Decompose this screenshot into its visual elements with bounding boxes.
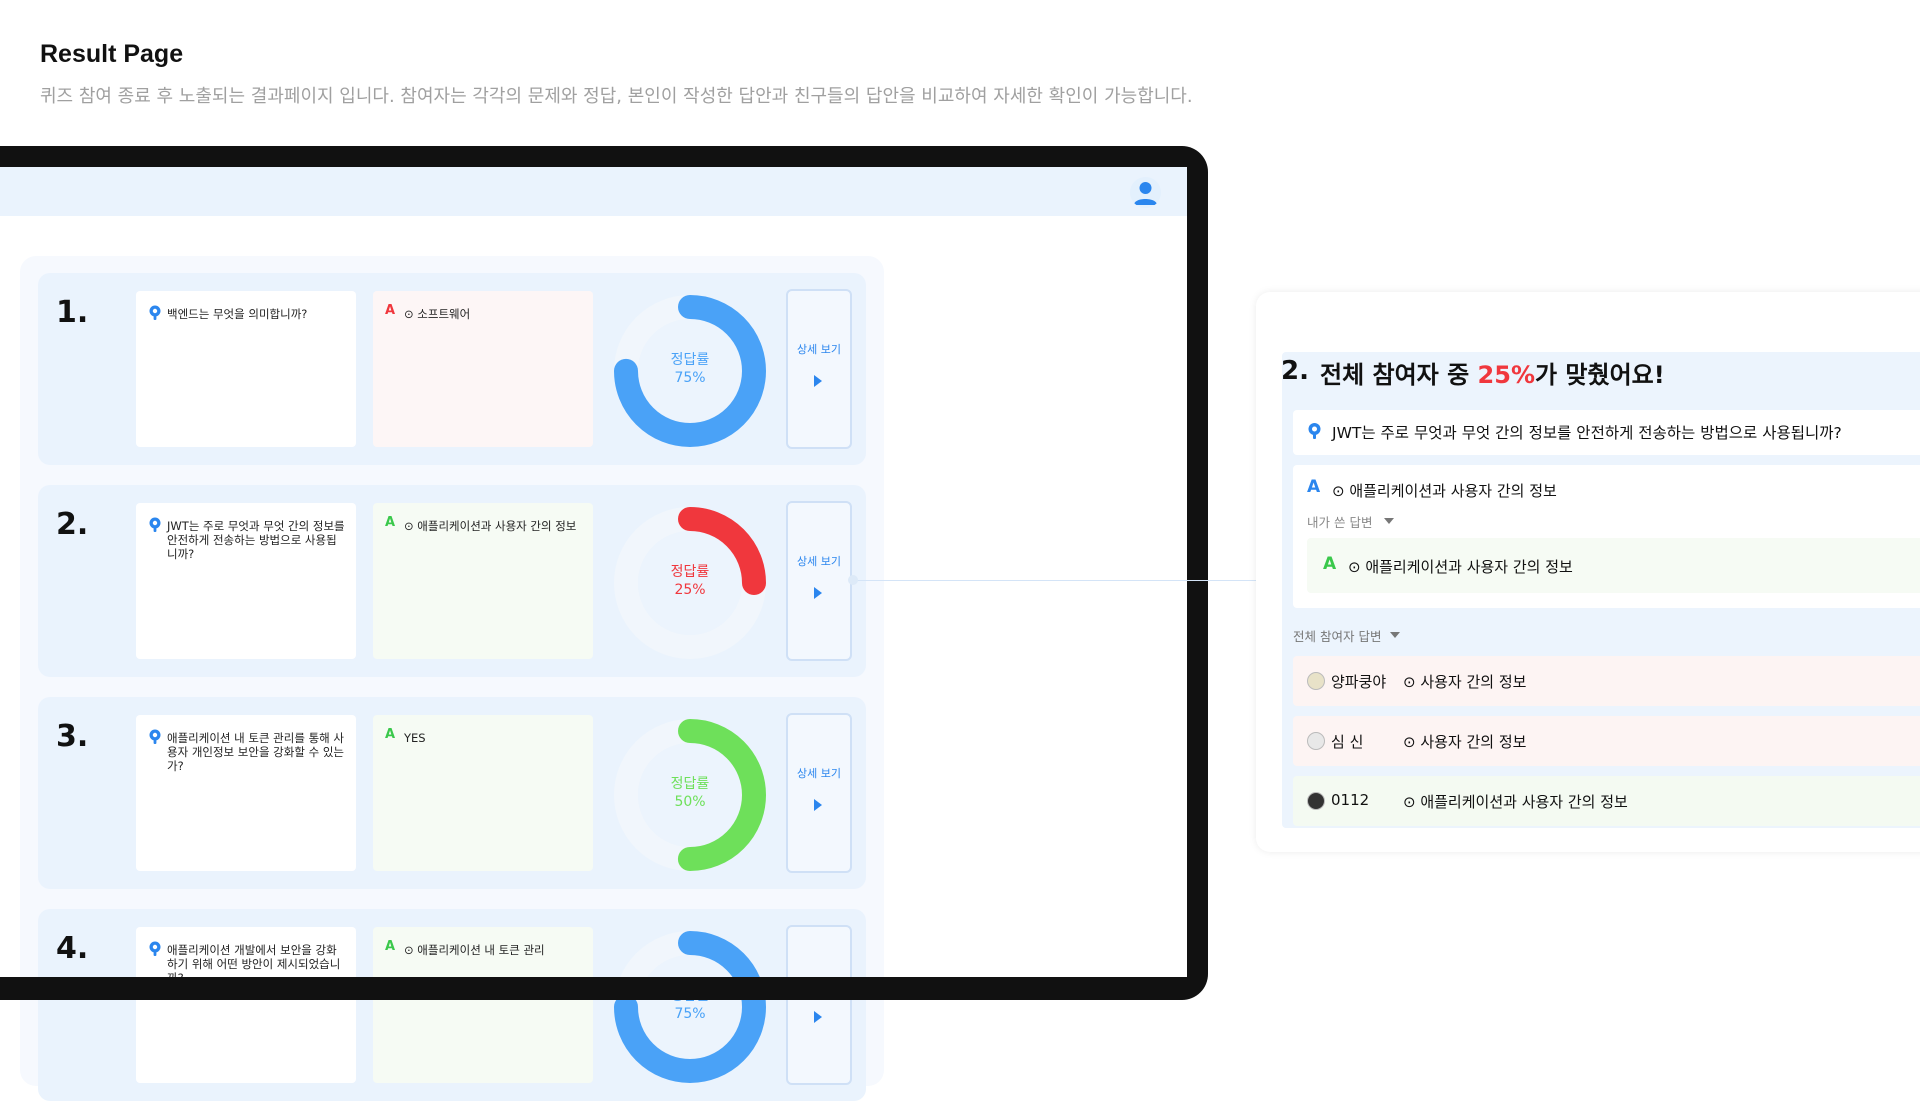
page-description: 퀴즈 참여 종료 후 노출되는 결과페이지 입니다. 참여자는 각각의 문제와 … (40, 86, 1193, 107)
detail-title-pct: 25% (1477, 361, 1535, 389)
answer-letter-icon: A (385, 303, 396, 318)
answer-box: A ⊙ 소프트웨어 (373, 291, 593, 447)
rate-value: 75% (674, 1006, 706, 1022)
answer-letter-icon: A (385, 515, 396, 530)
my-answer-text: ⊙ 애플리케이션과 사용자 간의 정보 (1348, 558, 1573, 576)
detail-button[interactable] (786, 925, 852, 977)
question-box: 애플리케이션 개발에서 보안을 강화하기 위해 어떤 방안이 제시되었습니까? (136, 927, 356, 977)
answer-text: ⊙ 애플리케이션 내 토큰 관리 (404, 943, 545, 957)
detail-answer-text: ⊙ 애플리케이션과 사용자 간의 정보 (1332, 482, 1557, 500)
result-row: 2. JWT는 주로 무엇과 무엇 간의 정보를 안전하게 전송하는 방법으로 … (38, 485, 866, 677)
question-box: JWT는 주로 무엇과 무엇 간의 정보를 안전하게 전송하는 방법으로 사용됩… (136, 503, 356, 659)
question-number: 4. (56, 931, 89, 966)
connector-dot (848, 575, 858, 585)
my-answer-dropdown[interactable]: 내가 쓴 답변 (1307, 512, 1372, 531)
answer-text: ⊙ 애플리케이션과 사용자 간의 정보 (404, 519, 577, 533)
participant-name: 양파쿵야 (1331, 673, 1387, 691)
all-answers-dropdown[interactable]: 전체 참여자 답변 (1293, 626, 1381, 645)
play-arrow-icon (814, 375, 822, 387)
answer-box: A ⊙ 애플리케이션과 사용자 간의 정보 (373, 503, 593, 659)
detail-button-label: 상세 보기 (797, 555, 841, 568)
app-top-bar (0, 167, 1187, 216)
answer-letter-icon: A (385, 727, 396, 742)
rate-value: 50% (674, 794, 706, 810)
rate-value: 25% (674, 582, 706, 598)
result-row: 4. 애플리케이션 개발에서 보안을 강화하기 위해 어떤 방안이 제시되었습니… (38, 909, 866, 977)
participant-answer: ⊙ 사용자 간의 정보 (1403, 673, 1527, 691)
question-icon (149, 305, 161, 320)
participant-row: 양파쿵야 ⊙ 사용자 간의 정보 (1293, 656, 1920, 706)
question-icon (149, 517, 161, 532)
page-title: Result Page (40, 40, 184, 68)
participant-answer: ⊙ 사용자 간의 정보 (1403, 733, 1527, 751)
rate-label: 정답률 (670, 352, 710, 368)
participant-avatar (1307, 792, 1325, 810)
answer-text: ⊙ 소프트웨어 (404, 307, 471, 321)
question-icon (149, 729, 161, 744)
answer-letter-icon: A (1307, 477, 1321, 497)
play-arrow-icon (814, 799, 822, 811)
participant-answer: ⊙ 애플리케이션과 사용자 간의 정보 (1403, 793, 1628, 811)
result-row: 1. 백엔드는 무엇을 의미합니까? A ⊙ 소프트웨어 정답률 75% 상세 … (38, 273, 866, 465)
detail-title-pre: 전체 참여자 중 (1320, 361, 1478, 389)
result-row: 3. 애플리케이션 내 토큰 관리를 통해 사용자 개인정보 보안을 강화할 수… (38, 697, 866, 889)
rate-donut (614, 931, 766, 977)
play-arrow-icon (814, 1011, 822, 1023)
question-icon (149, 941, 161, 956)
detail-question-number: 2. (1281, 356, 1309, 386)
caret-down-icon[interactable] (1384, 518, 1394, 524)
answer-letter-icon: A (1323, 554, 1337, 574)
answer-box: A ⊙ 애플리케이션 내 토큰 관리 (373, 927, 593, 977)
participant-avatar (1307, 672, 1325, 690)
profile-avatar-icon[interactable] (1130, 177, 1161, 208)
caret-down-icon[interactable] (1390, 632, 1400, 638)
question-icon (1307, 422, 1322, 440)
detail-button[interactable]: 상세 보기 (786, 289, 852, 449)
answer-letter-icon: A (385, 939, 396, 954)
rate-label: 정답률 (670, 564, 710, 580)
participant-name: 0112 (1331, 791, 1370, 809)
tablet-screen: 1. 백엔드는 무엇을 의미합니까? A ⊙ 소프트웨어 정답률 75% 상세 … (0, 167, 1187, 977)
detail-button-label: 상세 보기 (797, 767, 841, 780)
rate-value: 75% (674, 370, 706, 386)
question-text: 애플리케이션 내 토큰 관리를 통해 사용자 개인정보 보안을 강화할 수 있는… (167, 731, 344, 773)
detail-title: 전체 참여자 중 25%가 맞췄어요! (1320, 355, 1665, 390)
participant-row: 0112 ⊙ 애플리케이션과 사용자 간의 정보 (1293, 776, 1920, 826)
detail-button[interactable]: 상세 보기 (786, 713, 852, 873)
question-text: 백엔드는 무엇을 의미합니까? (167, 307, 308, 321)
question-number: 1. (56, 295, 89, 330)
participant-avatar (1307, 732, 1325, 750)
play-arrow-icon (814, 587, 822, 599)
connector-line (854, 580, 1256, 581)
question-box: 백엔드는 무엇을 의미합니까? (136, 291, 356, 447)
participant-row: 심 신 ⊙ 사용자 간의 정보 (1293, 716, 1920, 766)
question-text: JWT는 주로 무엇과 무엇 간의 정보를 안전하게 전송하는 방법으로 사용됩… (167, 519, 345, 561)
rate-chart (610, 927, 770, 977)
answer-box: A YES (373, 715, 593, 871)
question-number: 2. (56, 507, 89, 542)
question-number: 3. (56, 719, 89, 754)
detail-button[interactable]: 상세 보기 (786, 501, 852, 661)
answer-text: YES (404, 731, 426, 745)
detail-title-post: 가 맞췄어요! (1535, 361, 1665, 389)
detail-button-label: 상세 보기 (797, 343, 841, 356)
question-box: 애플리케이션 내 토큰 관리를 통해 사용자 개인정보 보안을 강화할 수 있는… (136, 715, 356, 871)
participant-name: 심 신 (1331, 733, 1364, 751)
detail-question-text: JWT는 주로 무엇과 무엇 간의 정보를 안전하게 전송하는 방법으로 사용됩… (1332, 424, 1842, 442)
question-text: 애플리케이션 개발에서 보안을 강화하기 위해 어떤 방안이 제시되었습니까? (167, 943, 341, 977)
rate-label: 정답률 (670, 776, 710, 792)
